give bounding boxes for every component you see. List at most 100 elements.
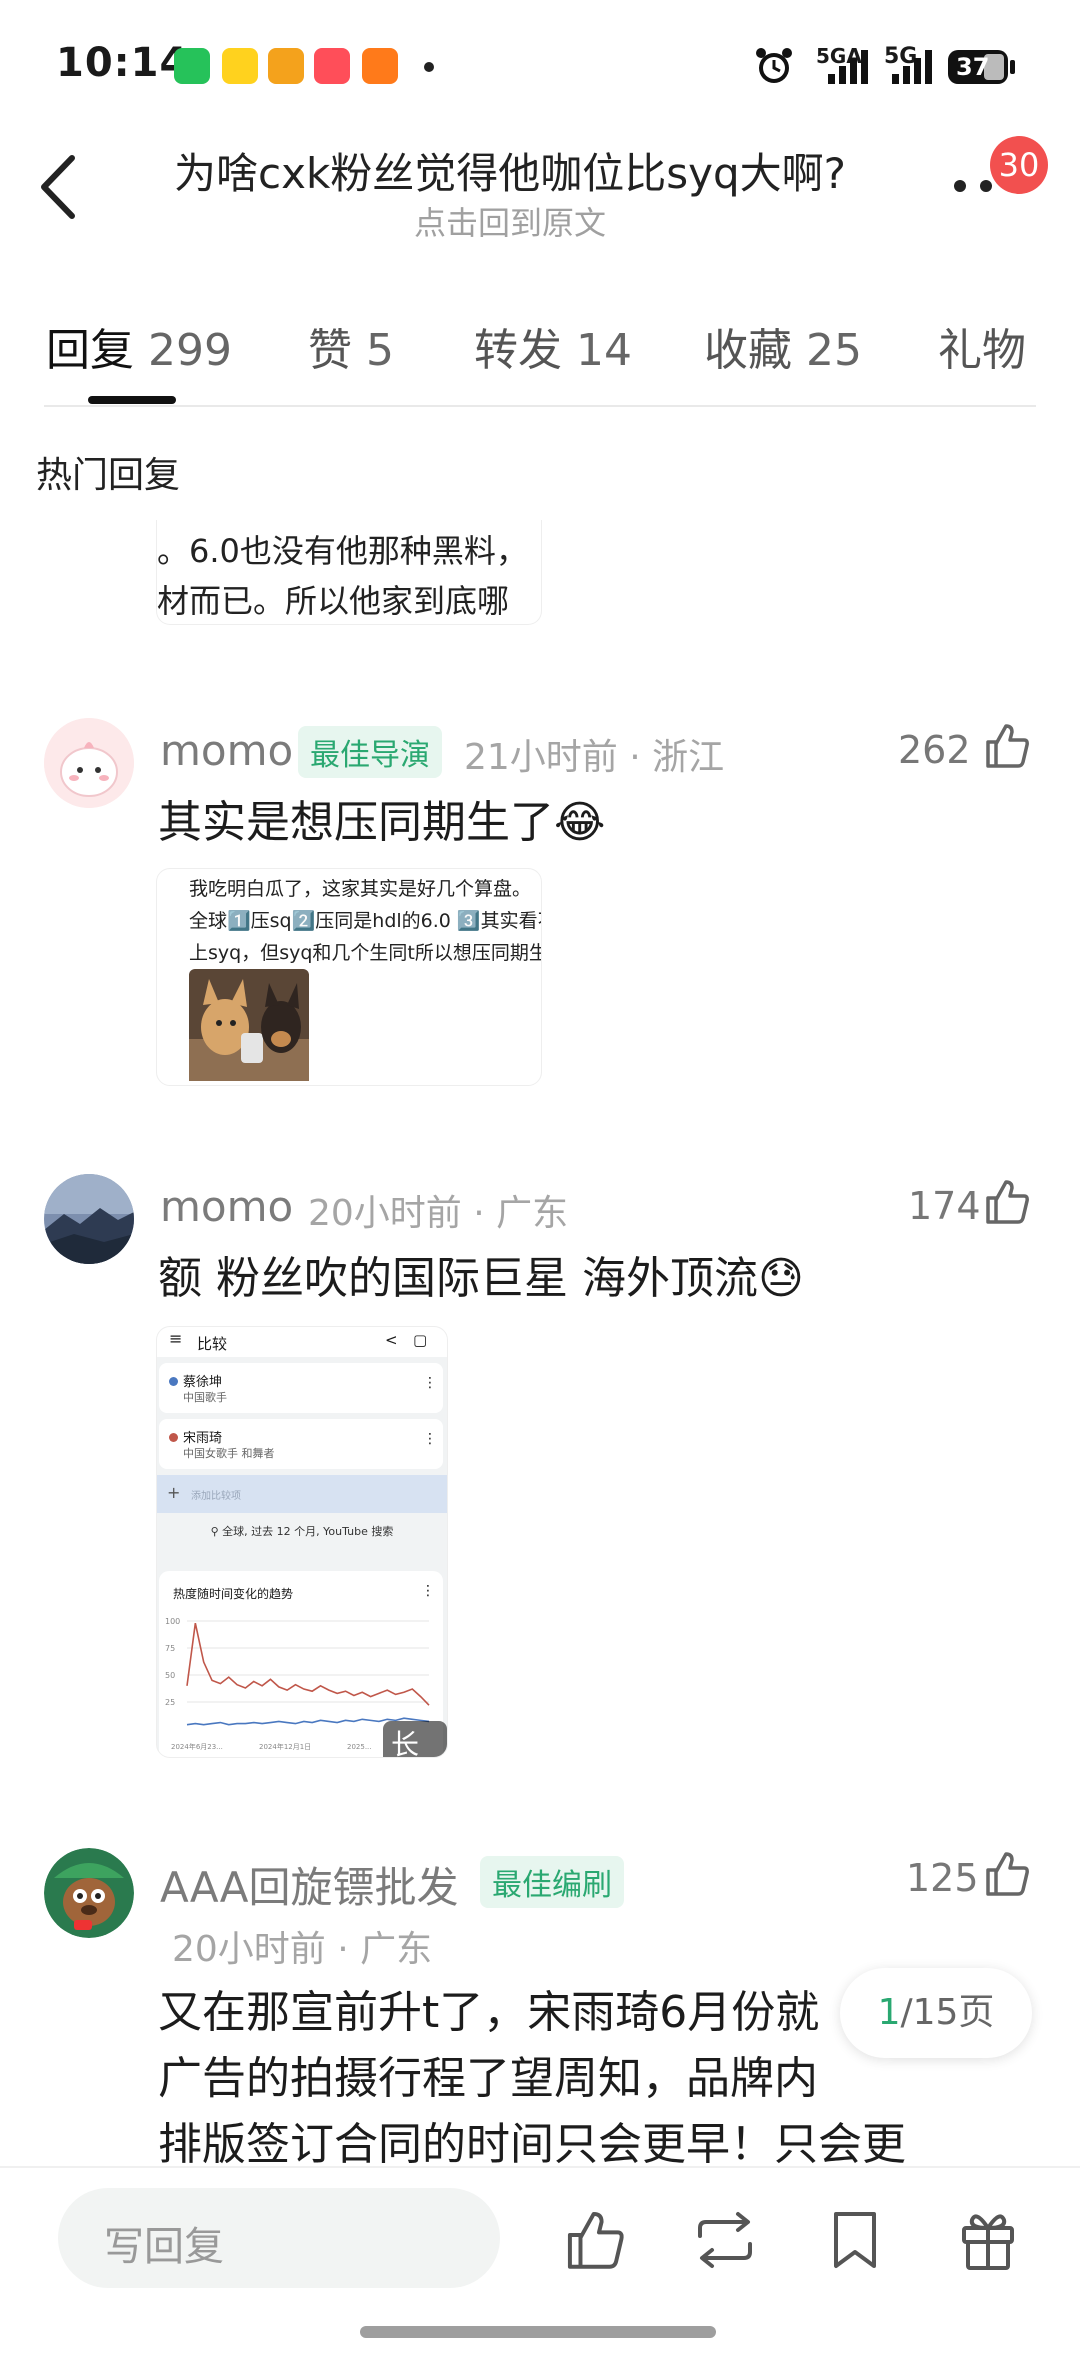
avatar[interactable] (44, 1848, 134, 1938)
notification-dot (424, 62, 434, 72)
comment-meta: 20小时前 · 广东 (308, 1193, 569, 1234)
comment-meta: 20小时前 · 广东 (172, 1929, 433, 1970)
back-to-post-link[interactable]: 点击回到原文 (140, 198, 880, 244)
image-text-line-2: 全球1️⃣压sq2️⃣压同是hdl的6.0 3️⃣其实看不 (189, 910, 542, 932)
bookmark-icon[interactable] (828, 2208, 882, 2272)
comment-text: 其实是想压同期生了😂 (158, 797, 606, 848)
tab-count: 5 (366, 325, 394, 376)
trends-header: ≡ 比较 < ▢ (157, 1327, 447, 1357)
blue-dot-icon (169, 1377, 178, 1386)
username[interactable]: momo (160, 1182, 293, 1231)
tab-count: 14 (576, 325, 632, 376)
wechat-icon (174, 48, 210, 84)
current-page: 1 (877, 1992, 901, 2033)
home-indicator[interactable] (360, 2326, 716, 2338)
y-tick-label: 50 (165, 1671, 175, 1680)
feedback-icon: ▢ (413, 1331, 428, 1349)
user-tag: 最佳导演 (298, 726, 442, 778)
status-time: 10:14 (56, 40, 189, 86)
repost-icon[interactable] (690, 2210, 760, 2270)
tab-label: 转发 (474, 325, 562, 376)
comment-meta: 21小时前 · 浙江 (464, 737, 725, 778)
x-tick-label: 2024年6月23... (171, 1742, 223, 1751)
signal-icon-2 (892, 50, 932, 84)
hot-replies-title: 热门回复 (36, 455, 181, 496)
tab-favorites[interactable]: 收藏 25 (704, 314, 862, 378)
person-2-name: 宋雨琦 (183, 1431, 223, 1446)
tab-reposts[interactable]: 转发 14 (474, 314, 632, 378)
image-text-line-3: 上syq，但syq和几个生同t所以想压同期生 (189, 942, 542, 964)
person-1-desc: 中国歌手 (183, 1391, 227, 1404)
comment-text-line-2: 广告的拍摄行程了望周知，品牌内 (158, 2053, 818, 2104)
x-tick-label: 2024年12月1日 (259, 1742, 311, 1751)
trends-filter-text: 全球, 过去 12 个月, YouTube 搜索 (222, 1525, 394, 1538)
compare-item-2: 宋雨琦 中国女歌手 和舞者 ⋮ (159, 1419, 443, 1469)
image-text-line-1: 我吃明白瓜了，这家其实是好几个算盘。 (189, 878, 532, 900)
tab-replies[interactable]: 回复 299 (46, 314, 232, 378)
user-tag: 最佳编刷 (480, 1856, 624, 1908)
tab-likes[interactable]: 赞 5 (308, 314, 394, 378)
snippet-line-1: 。6.0也没有他那种黑料， (157, 532, 528, 570)
battery-icon: 37 (948, 50, 1008, 84)
compare-item-1: 蔡徐坤 中国歌手 ⋮ (159, 1363, 443, 1413)
meituan-icon (222, 48, 258, 84)
thumbs-up-icon[interactable] (982, 1176, 1032, 1226)
taobao-icon (314, 48, 350, 84)
weibo-icon (268, 48, 304, 84)
like-count: 174 (908, 1184, 981, 1228)
x-tick-label: 2025... (347, 1743, 372, 1751)
trends-header-title: 比较 (197, 1335, 228, 1353)
like-icon[interactable] (562, 2206, 628, 2272)
avatar[interactable] (44, 1174, 134, 1264)
red-dot-icon (169, 1433, 178, 1442)
gift-icon[interactable] (958, 2206, 1018, 2272)
tab-gifts[interactable]: 礼物 (938, 314, 1026, 378)
thumbs-up-icon[interactable] (982, 720, 1032, 770)
like-count: 262 (898, 728, 971, 772)
trends-filter: ⚲ 全球, 过去 12 个月, YouTube 搜索 (157, 1523, 447, 1539)
plus-icon: + (167, 1483, 181, 1502)
avatar-image (44, 718, 134, 808)
tab-label: 收藏 (704, 325, 792, 376)
alarm-icon (756, 48, 792, 83)
thumbs-up-icon[interactable] (982, 1848, 1032, 1898)
total-pages: /15页 (900, 1992, 995, 2033)
tab-label: 赞 (308, 325, 352, 376)
page-indicator[interactable]: 1/15页 (840, 1968, 1032, 2058)
y-tick-label: 100 (165, 1617, 180, 1626)
kebab-icon: ⋮ (423, 1431, 437, 1447)
battery-level: 37 (956, 53, 990, 81)
avatar[interactable] (44, 718, 134, 808)
filter-icon: ⚲ (210, 1525, 219, 1538)
chart-title: 热度随时间变化的趋势 (173, 1587, 294, 1601)
notification-badge: 30 (990, 136, 1048, 194)
signal-icon (828, 50, 868, 84)
back-icon[interactable] (36, 152, 84, 222)
avatar-image (44, 1848, 134, 1938)
reply-placeholder: 写回复 (104, 2224, 224, 2270)
tab-active-indicator (88, 396, 176, 404)
share-icon: < (385, 1331, 398, 1349)
tab-label: 礼物 (938, 325, 1026, 376)
add-compare-row: + 添加比较项 (157, 1475, 447, 1513)
y-tick-label: 75 (165, 1644, 175, 1653)
post-title[interactable]: 为啥cxk粉丝觉得他咖位比syq大啊? (140, 140, 880, 201)
comment-text: 额 粉丝吹的国际巨星 海外顶流😓 (158, 1253, 804, 1304)
comment-long-image[interactable]: ≡ 比较 < ▢ 蔡徐坤 中国歌手 ⋮ 宋雨琦 中国女歌手 和舞者 ⋮ + 添加… (156, 1326, 448, 1758)
tab-divider (44, 405, 1036, 407)
person-2-desc: 中国女歌手 和舞者 (183, 1447, 275, 1460)
kuaishou-icon (362, 48, 398, 84)
kebab-icon: ⋮ (421, 1583, 435, 1599)
avatar-image (44, 1174, 134, 1264)
y-tick-label: 25 (165, 1698, 175, 1707)
username[interactable]: AAA回旋镖批发 (160, 1854, 459, 1915)
dogs-meme-image (189, 969, 309, 1081)
comment-text-line-1: 又在那宣前升t了，宋雨琦6月份就 (158, 1987, 820, 2038)
tab-count: 25 (806, 325, 862, 376)
snippet-line-2: 材而已。所以他家到底哪 (157, 582, 510, 620)
comment-image[interactable]: 我吃明白瓜了，这家其实是好几个算盘。 全球1️⃣压sq2️⃣压同是hdl的6.0… (156, 868, 542, 1086)
snippet-image[interactable]: 。6.0也没有他那种黑料， 材而已。所以他家到底哪 (156, 520, 542, 625)
tab-count: 299 (148, 325, 232, 376)
long-image-label: 长图 (383, 1721, 447, 1757)
username[interactable]: momo (160, 726, 293, 775)
